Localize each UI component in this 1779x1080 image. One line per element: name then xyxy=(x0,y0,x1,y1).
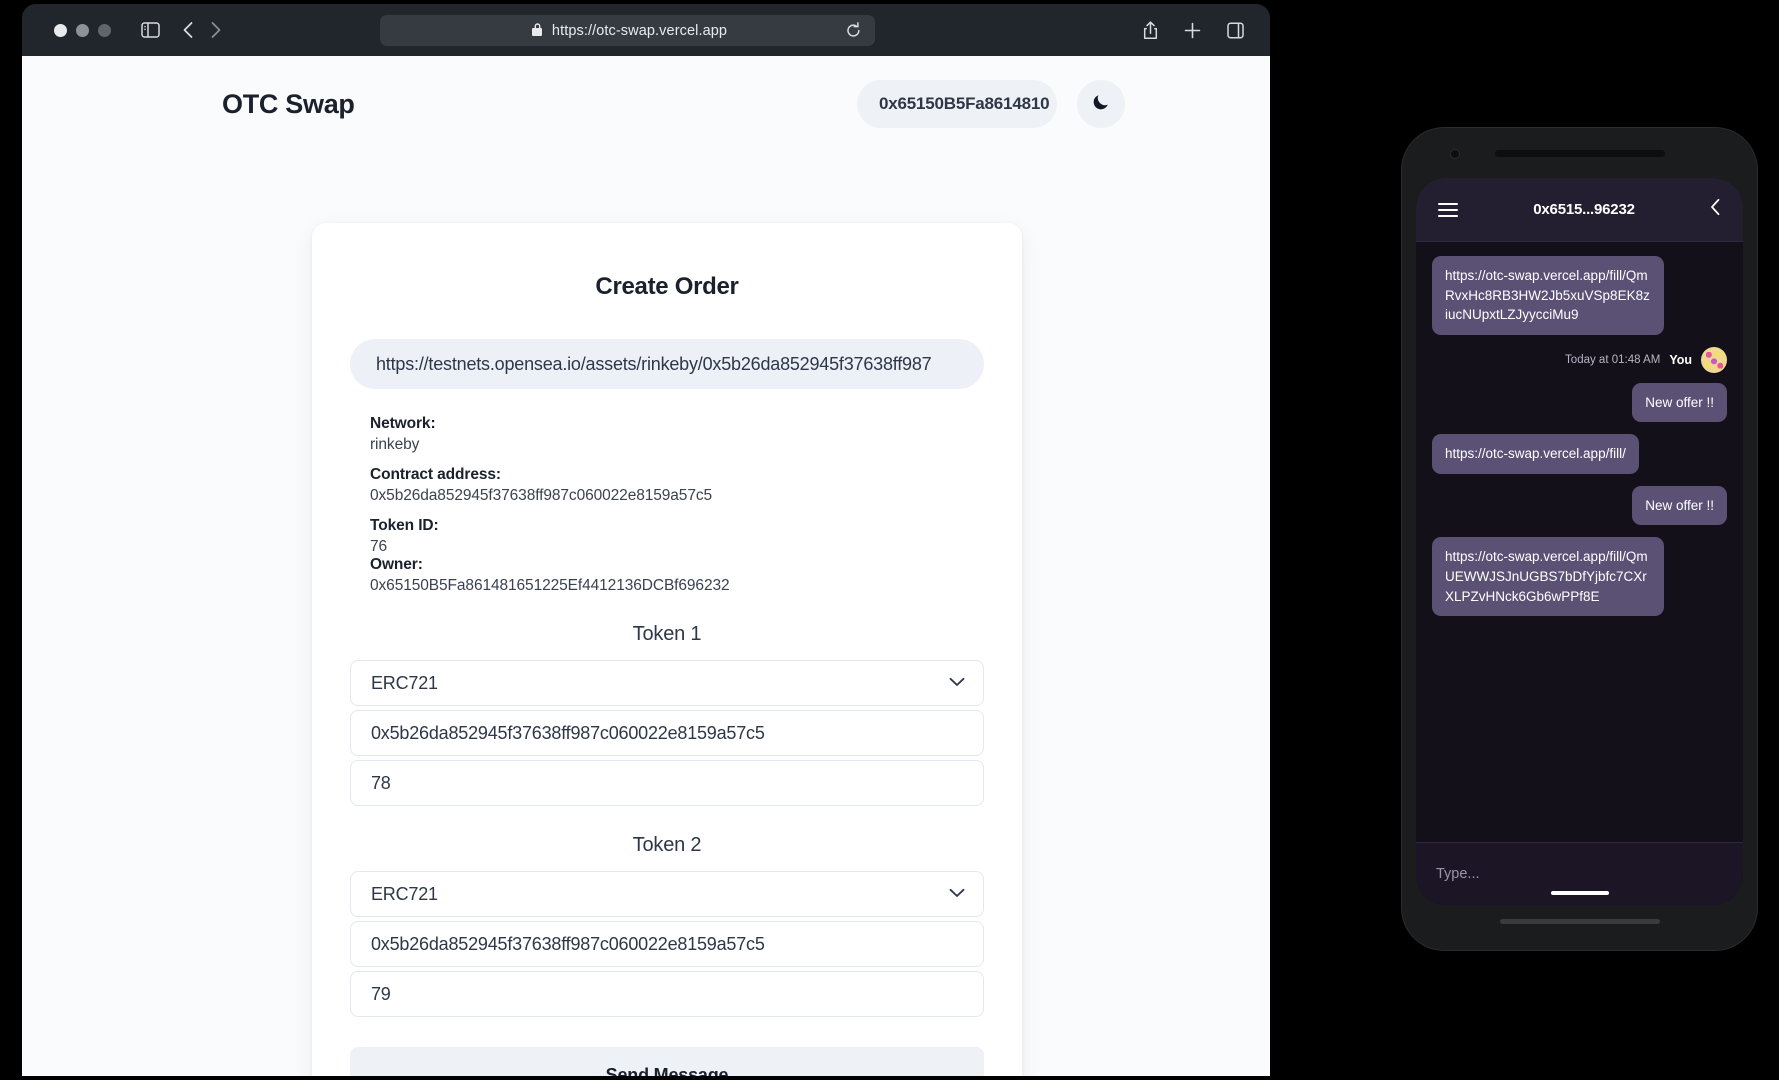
token-1-standard-value: ERC721 xyxy=(371,672,438,693)
nft-url-value: https://testnets.opensea.io/assets/rinke… xyxy=(376,353,932,374)
token-1-id-value: 78 xyxy=(371,772,391,793)
chat-header: 0x6515...96232 xyxy=(1416,178,1743,242)
owner-value: 0x65150B5Fa861481651225Ef4412136DCBf6962… xyxy=(370,577,730,594)
send-message-button[interactable]: Send Message xyxy=(350,1047,984,1076)
token-2-id-value: 79 xyxy=(371,983,391,1004)
chat-input-placeholder: Type... xyxy=(1436,866,1480,882)
message-meta-row: Today at 01:48 AM You xyxy=(1432,346,1727,373)
token-1-contract-input[interactable]: 0x5b26da852945f37638ff987c060022e8159a57… xyxy=(350,710,984,756)
token-2-contract-input[interactable]: 0x5b26da852945f37638ff987c060022e8159a57… xyxy=(350,921,984,967)
browser-toolbar: https://otc-swap.vercel.app xyxy=(22,4,1270,56)
page-title: OTC Swap xyxy=(222,88,355,119)
chat-bubble[interactable]: New offer !! xyxy=(1632,485,1727,526)
owner-label: Owner: xyxy=(370,556,423,573)
contract-address-value: 0x5b26da852945f37638ff987c060022e8159a57… xyxy=(370,487,713,504)
maximize-window-button[interactable] xyxy=(98,23,111,37)
token-id-label: Token ID: xyxy=(370,517,439,534)
token-2-standard-value: ERC721 xyxy=(371,883,438,904)
phone-mockup: 0x6515...96232 https://otc-swap.vercel.a… xyxy=(1402,128,1757,950)
token-1-heading: Token 1 xyxy=(632,623,702,645)
token-1-id-input[interactable]: 78 xyxy=(350,760,984,806)
nft-url-input[interactable]: https://testnets.opensea.io/assets/rinke… xyxy=(350,339,984,389)
app-header: OTC Swap 0x65150B5Fa8614810 xyxy=(22,56,1270,152)
chevron-left-icon[interactable] xyxy=(182,21,194,39)
token-2-contract-value: 0x5b26da852945f37638ff987c060022e8159a57… xyxy=(371,933,765,954)
token-id-value: 76 xyxy=(370,538,388,555)
chat-message-list[interactable]: https://otc-swap.vercel.app/fill/QmRvxHc… xyxy=(1416,242,1743,842)
share-icon[interactable] xyxy=(1143,20,1158,40)
network-label: Network: xyxy=(370,415,436,432)
avatar xyxy=(1701,346,1727,373)
page-viewport: OTC Swap 0x65150B5Fa8614810 Create Order… xyxy=(22,56,1270,1076)
phone-camera-icon xyxy=(1450,149,1460,159)
chat-input-bar[interactable]: Type... xyxy=(1416,842,1743,905)
address-bar[interactable]: https://otc-swap.vercel.app xyxy=(380,15,875,46)
chevron-down-icon xyxy=(949,674,965,692)
reload-icon[interactable] xyxy=(846,22,861,44)
toolbar-right-group xyxy=(1143,4,1244,56)
chevron-right-icon[interactable] xyxy=(210,21,222,39)
chat-bubble[interactable]: https://otc-swap.vercel.app/fill/ xyxy=(1432,434,1639,474)
minimize-window-button[interactable] xyxy=(76,23,89,37)
account-address-pill[interactable]: 0x65150B5Fa8614810 xyxy=(857,80,1057,128)
card-title: Create Order xyxy=(595,273,739,300)
phone-screen: 0x6515...96232 https://otc-swap.vercel.a… xyxy=(1416,178,1743,905)
token-2-section: Token 2 ERC721 0x5b26da852945f37638ff987… xyxy=(350,834,984,1017)
chevron-down-icon xyxy=(949,885,965,903)
nft-metadata-block: Network: rinkeby Contract address: 0x5b2… xyxy=(350,415,984,595)
token-1-section: Token 1 ERC721 0x5b26da852945f37638ff987… xyxy=(350,623,984,806)
moon-icon xyxy=(1091,92,1111,117)
chat-bubble[interactable]: https://otc-swap.vercel.app/fill/QmRvxHc… xyxy=(1432,256,1664,335)
network-value: rinkeby xyxy=(370,436,420,453)
plus-icon[interactable] xyxy=(1184,22,1201,39)
token-1-contract-value: 0x5b26da852945f37638ff987c060022e8159a57… xyxy=(371,722,765,743)
browser-window: https://otc-swap.vercel.app OTC Swap 0x6… xyxy=(22,4,1270,1076)
chat-title: 0x6515...96232 xyxy=(1533,201,1635,218)
phone-bottom-bar xyxy=(1499,919,1660,924)
token-2-heading: Token 2 xyxy=(632,834,702,856)
token-2-standard-select[interactable]: ERC721 xyxy=(350,871,984,917)
header-actions: 0x65150B5Fa8614810 xyxy=(857,80,1125,128)
window-traffic-lights[interactable] xyxy=(54,23,111,37)
lock-icon xyxy=(532,22,543,42)
contract-address-label: Contract address: xyxy=(370,466,501,483)
token-2-id-input[interactable]: 79 xyxy=(350,971,984,1017)
chat-bubble[interactable]: https://otc-swap.vercel.app/fill/QmUEWWJ… xyxy=(1432,537,1664,617)
theme-toggle-button[interactable] xyxy=(1077,80,1125,128)
chat-bubble[interactable]: New offer !! xyxy=(1632,382,1727,423)
token-1-standard-select[interactable]: ERC721 xyxy=(350,660,984,706)
phone-speaker xyxy=(1494,150,1665,157)
hamburger-menu-icon[interactable] xyxy=(1438,202,1458,217)
tabs-icon[interactable] xyxy=(1227,22,1244,39)
home-indicator xyxy=(1550,891,1609,895)
message-author: You xyxy=(1669,352,1692,367)
create-order-card: Create Order https://testnets.opensea.io… xyxy=(312,223,1022,1076)
chevron-left-icon[interactable] xyxy=(1710,198,1721,221)
address-bar-url: https://otc-swap.vercel.app xyxy=(551,22,728,39)
close-window-button[interactable] xyxy=(54,23,67,37)
account-address-label: 0x65150B5Fa8614810 xyxy=(879,94,1050,113)
message-timestamp: Today at 01:48 AM xyxy=(1565,353,1661,366)
sidebar-toggle-icon[interactable] xyxy=(141,22,160,38)
